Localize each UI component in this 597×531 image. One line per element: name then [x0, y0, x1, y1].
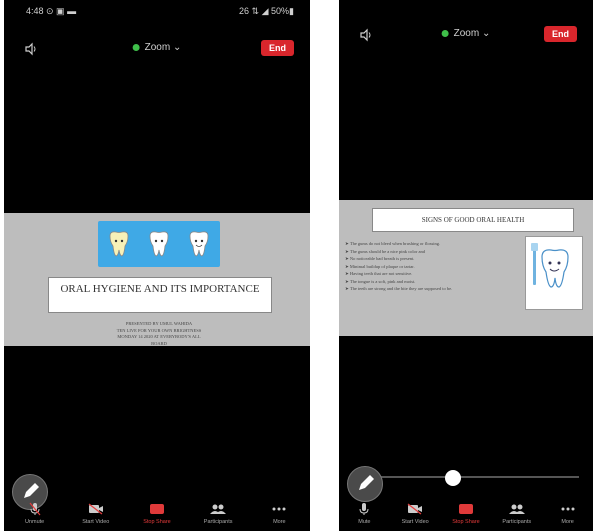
meeting-info-button[interactable]: Zoom ⌄ — [441, 28, 490, 39]
slide-bullet-list: ➤ The gums do not bleed when brushing or… — [345, 240, 523, 293]
stop-share-button[interactable]: Stop Share — [443, 499, 489, 531]
toolbar-label: Unmute — [24, 519, 45, 525]
speaker-icon[interactable] — [359, 28, 373, 42]
right-phone-screen: Zoom ⌄ End SIGNS OF GOOD ORAL HEALTH ➤ T… — [339, 0, 593, 531]
slide-title: SIGNS OF GOOD ORAL HEALTH — [372, 208, 574, 232]
meeting-info-button[interactable]: Zoom ⌄ — [132, 42, 181, 53]
more-button[interactable]: More — [545, 499, 591, 531]
bullet-point: ➤ Having teeth that are not sensitive. — [345, 271, 413, 276]
start-video-button[interactable]: Start Video — [392, 499, 438, 531]
meeting-toolbar: Mute Start Video Stop Share Participants… — [339, 499, 593, 531]
more-icon — [561, 507, 575, 511]
start-video-button[interactable]: Start Video — [73, 499, 119, 531]
toolbar-label: More — [273, 519, 286, 525]
end-meeting-button[interactable]: End — [544, 26, 577, 42]
left-phone-screen: 4:48 ⊙ ▣ ▬ 26 ⇅ ◢ 50%▮ Zoom ⌄ End ORAL H… — [4, 0, 310, 531]
toolbar-label: Start Video — [401, 519, 429, 525]
toolbar-label: Stop Share — [452, 519, 480, 525]
bullet-point: ➤ The gums should be a nice pink color a… — [345, 248, 426, 254]
pen-icon — [359, 475, 374, 490]
tooth-icon — [109, 231, 129, 257]
mic-icon — [359, 503, 369, 515]
more-icon — [272, 507, 286, 511]
share-screen-icon — [149, 504, 164, 514]
bullet-point: ➤ The gums do not bleed when brushing or… — [345, 241, 441, 246]
tooth-icon — [149, 231, 169, 257]
toolbar-label: Mute — [358, 519, 371, 525]
stop-share-button[interactable]: Stop Share — [134, 499, 180, 531]
bullet-point: ➤ The tongue is a soft, pink and moist. — [345, 278, 416, 284]
progress-track[interactable] — [355, 476, 579, 478]
toolbar-label: More — [561, 519, 574, 525]
bullet-point: ➤ The teeth are strong and the bite they… — [345, 286, 453, 291]
share-screen-icon — [458, 504, 473, 514]
meeting-label: Zoom — [453, 28, 480, 39]
mute-button[interactable]: Mute — [341, 499, 387, 531]
presenter-line: BOARD — [151, 340, 167, 346]
meeting-toolbar: Unmute Start Video Stop Share Participan… — [4, 499, 310, 531]
participants-button[interactable]: Participants — [195, 499, 241, 531]
participants-icon — [508, 504, 525, 514]
meeting-top-bar: Zoom ⌄ End — [4, 36, 310, 62]
bullet-point: ➤ No noticeable bad breath is present. — [345, 256, 415, 261]
unmute-button[interactable]: Unmute — [12, 499, 58, 531]
bullet-point: ➤ Minimal buildup of plaque or tartar. — [345, 263, 415, 269]
presenter-info: PRESENTED BY UMUL WAHIDA TEN LIVE FOR YO… — [74, 321, 244, 347]
toolbar-label: Start Video — [82, 519, 110, 525]
end-meeting-button[interactable]: End — [261, 40, 294, 56]
video-off-icon — [88, 503, 103, 515]
teeth-illustration — [98, 221, 220, 267]
status-bar: 4:48 ⊙ ▣ ▬ 26 ⇅ ◢ 50%▮ — [4, 2, 310, 20]
connection-status-icon — [132, 43, 140, 51]
participants-button[interactable]: Participants — [494, 499, 540, 531]
participants-icon — [210, 504, 227, 514]
shared-slide: SIGNS OF GOOD ORAL HEALTH ➤ The gums do … — [339, 200, 593, 336]
status-time: 4:48 ⊙ ▣ ▬ — [26, 6, 77, 16]
meeting-top-bar: Zoom ⌄ End — [339, 22, 593, 48]
meeting-label: Zoom — [144, 42, 171, 53]
toolbar-label: Stop Share — [143, 519, 171, 525]
mic-off-icon — [29, 502, 41, 516]
speaker-icon[interactable] — [24, 42, 38, 56]
shared-slide: ORAL HYGIENE AND ITS IMPORTANCE PRESENTE… — [4, 213, 310, 346]
video-off-icon — [407, 503, 423, 515]
toolbar-label: Participants — [502, 519, 532, 525]
tooth-icon — [189, 231, 209, 257]
status-indicators: 26 ⇅ ◢ 50%▮ — [239, 6, 294, 16]
tooth-toothbrush-image — [525, 236, 583, 310]
annotate-pen-button[interactable] — [347, 466, 383, 502]
toolbar-label: Participants — [203, 519, 233, 525]
connection-status-icon — [441, 29, 449, 37]
tooth-icon — [531, 243, 569, 288]
slide-title: ORAL HYGIENE AND ITS IMPORTANCE — [48, 277, 272, 313]
more-button[interactable]: More — [256, 499, 302, 531]
progress-slider-handle[interactable] — [445, 470, 461, 486]
